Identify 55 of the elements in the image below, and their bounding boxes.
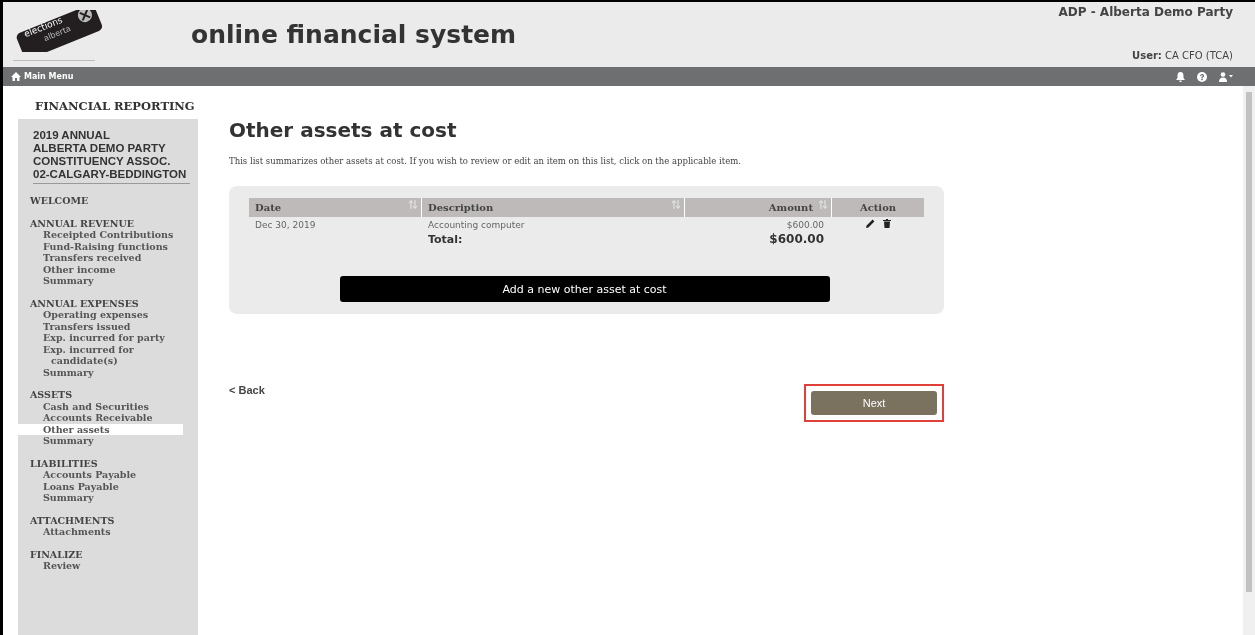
back-link[interactable]: < Back <box>229 384 265 396</box>
sidebar-item[interactable]: Fund-Raising functions <box>18 240 183 252</box>
table-cell-text: Dec 30, 2019 <box>254 218 317 232</box>
sidebar-item[interactable]: Other income <box>18 263 183 275</box>
bell-icon[interactable] <box>1176 71 1185 82</box>
sidebar-item[interactable]: Summary <box>18 492 183 504</box>
sort-icon <box>672 200 680 211</box>
sidebar-item[interactable]: Attachments <box>18 526 183 538</box>
section-heading[interactable]: FINALIZE <box>18 548 198 560</box>
organization-name: ADP - Alberta Demo Party <box>1058 5 1233 19</box>
main-menu-link[interactable]: Main Menu <box>11 72 74 81</box>
column-header[interactable]: Action <box>832 198 924 217</box>
sidebar-title: FINANCIAL REPORTING <box>34 98 196 115</box>
column-header[interactable]: Description <box>422 198 685 217</box>
sidebar-item[interactable]: Review <box>18 560 183 572</box>
section-heading[interactable]: ATTACHMENTS <box>18 514 198 526</box>
sidebar-item[interactable]: Summary <box>18 275 183 287</box>
sort-icon <box>819 200 827 211</box>
sidebar-item[interactable]: Accounts Payable <box>18 469 183 481</box>
table-cell-text: $600.00 <box>785 218 825 232</box>
delete-icon[interactable] <box>882 219 891 228</box>
sidebar-item[interactable]: Summary <box>18 366 183 378</box>
user-info: User: CA CFO (TCA) <box>1131 50 1233 61</box>
app-title: online financial system <box>191 20 517 51</box>
sort-icon <box>409 200 417 211</box>
sidebar-item[interactable]: Exp. incurred for candidate(s) <box>18 343 183 367</box>
page-title: Other assets at cost <box>229 118 458 142</box>
sidebar-item[interactable]: Operating expenses <box>18 309 183 321</box>
sidebar-item[interactable]: Transfers issued <box>18 320 183 332</box>
sidebar-item[interactable]: Summary <box>18 435 183 447</box>
sidebar-item[interactable]: Other assets <box>18 423 183 435</box>
section-heading[interactable]: ANNUAL REVENUE <box>18 217 198 229</box>
column-header[interactable]: Amount <box>685 198 832 217</box>
home-icon <box>11 72 21 81</box>
sidebar-item[interactable]: Loans Payable <box>18 480 183 492</box>
sidebar-item[interactable]: Transfers received <box>18 252 183 264</box>
sidebar-item[interactable]: Receipted Contributions <box>18 229 183 241</box>
help-icon[interactable] <box>1197 71 1207 82</box>
intro-text: This list summarizes other assets at cost. If you wish to review or edit an item on this list, click on the applicable item. <box>229 156 742 166</box>
section-heading[interactable]: WELCOME <box>18 195 198 207</box>
sidebar-item[interactable]: Accounts Receivable <box>18 412 183 424</box>
next-button[interactable]: Next <box>811 391 937 415</box>
section-heading[interactable]: ASSETS <box>18 389 198 401</box>
table-cell-text: Accounting computer <box>427 218 526 232</box>
total-label: Total: <box>427 232 464 248</box>
add-asset-button[interactable]: Add a new other asset at cost <box>339 276 830 302</box>
column-header[interactable]: Date <box>249 198 422 217</box>
section-heading[interactable]: LIABILITIES <box>18 457 198 469</box>
report-info: 2019 ANNUAL ALBERTA DEMO PARTY CONSTITUENCY ASSOC. 02-CALGARY-BEDDINGTON <box>33 129 190 184</box>
sidebar-item[interactable]: Cash and Securities <box>18 400 183 412</box>
user-menu-icon[interactable] <box>1219 71 1233 82</box>
edit-icon[interactable] <box>865 219 875 228</box>
section-heading[interactable]: ANNUAL EXPENSES <box>18 297 198 309</box>
sidebar-item[interactable]: Exp. incurred for party <box>18 332 183 344</box>
total-amount: $600.00 <box>768 232 825 248</box>
